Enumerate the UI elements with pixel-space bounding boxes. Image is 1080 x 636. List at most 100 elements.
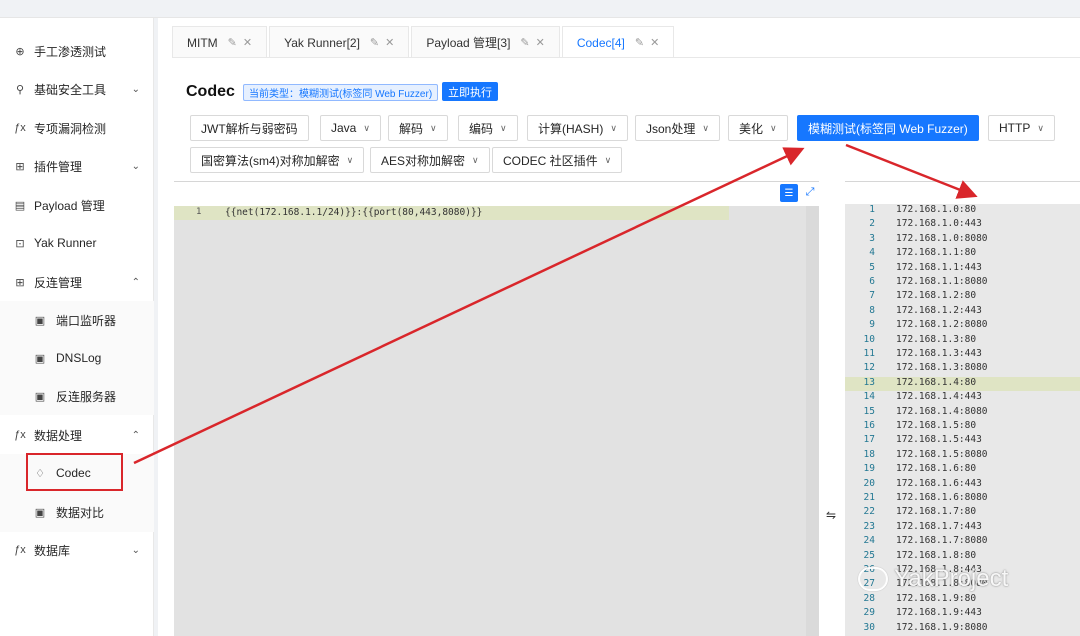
output-line-text: 172.168.1.8:80 xyxy=(896,549,977,561)
sidebar-item[interactable]: ▣ 端口监听器 xyxy=(0,301,154,339)
chevron-down-icon: ∨ xyxy=(604,154,612,165)
tab[interactable]: MITM ✎ ✕ xyxy=(172,26,268,58)
input-editor[interactable]: ☰ ⤢ 1 {{net(172.168.1.1/24)}}:{{port(80,… xyxy=(174,181,819,636)
output-line-text: 172.168.1.6:443 xyxy=(896,477,982,489)
close-icon[interactable]: ✕ xyxy=(243,36,252,49)
output-line-text: 172.168.1.7:8080 xyxy=(896,535,988,547)
edit-icon[interactable]: ✎ xyxy=(228,36,237,49)
watermark-text: YakProject xyxy=(894,565,1009,592)
sidebar-item-label: 手工渗透测试 xyxy=(34,44,107,59)
tab[interactable]: Codec[4] ✎ ✕ xyxy=(561,26,675,58)
output-line-text: 172.168.1.6:80 xyxy=(896,463,977,475)
output-line: 4 172.168.1.1:80 xyxy=(845,247,1080,261)
tab-divider xyxy=(172,57,1080,58)
crosshair-icon: ⊕ xyxy=(15,45,25,58)
sidebar-item[interactable]: ▤ Payload 管理 xyxy=(0,186,154,224)
edit-icon[interactable]: ✎ xyxy=(370,36,379,49)
output-line-text: 172.168.1.7:80 xyxy=(896,506,977,518)
close-icon[interactable]: ✕ xyxy=(536,36,545,49)
output-line-text: 172.168.1.0:80 xyxy=(896,204,977,215)
wechat-logo-icon xyxy=(858,567,888,591)
toolbar-button[interactable]: CODEC 社区插件 ∨ xyxy=(492,147,623,173)
output-line: 11 172.168.1.3:443 xyxy=(845,348,1080,362)
output-line-text: 172.168.1.1:8080 xyxy=(896,276,988,287)
sidebar-item[interactable]: ⊞ 插件管理 ⌄ xyxy=(0,147,154,185)
output-line-text: 172.168.1.4:80 xyxy=(896,376,977,388)
output-line-text: 172.168.1.9:80 xyxy=(896,592,977,604)
tool-icon: ⚲ xyxy=(15,83,25,96)
swap-icon[interactable]: ⇋ xyxy=(826,508,836,522)
toolbar-button-label: AES对称加解密 xyxy=(381,153,466,168)
chevron-down-icon: ∨ xyxy=(770,122,777,133)
line-number: 15 xyxy=(863,405,875,417)
output-line-text: 172.168.1.3:8080 xyxy=(896,362,988,374)
sidebar-item[interactable]: ⊡ Yak Runner xyxy=(0,224,154,262)
close-icon[interactable]: ✕ xyxy=(650,36,659,49)
format-icon[interactable]: ☰ xyxy=(780,184,798,202)
output-line-text: 172.168.1.1:80 xyxy=(896,247,977,259)
chevron-down-icon[interactable]: ⌄ xyxy=(132,84,140,95)
sidebar-item[interactable]: ▣ 反连服务器 xyxy=(0,377,154,415)
payload-icon: ▤ xyxy=(14,199,26,212)
toolbar-button[interactable]: 编码 ∨ xyxy=(458,115,518,141)
chevron-down-icon: ∨ xyxy=(1037,122,1044,133)
box-icon: ▣ xyxy=(34,352,46,365)
run-now-button[interactable]: 立即执行 xyxy=(442,82,498,101)
chevron-up-icon[interactable]: ⌃ xyxy=(132,430,140,441)
output-line: 19 172.168.1.6:80 xyxy=(845,463,1080,477)
line-number: 9 xyxy=(869,319,875,331)
toolbar-button[interactable]: JWT解析与弱密码 xyxy=(190,115,309,141)
line-number: 30 xyxy=(863,621,875,633)
input-code[interactable]: {{net(172.168.1.1/24)}}:{{port(80,443,80… xyxy=(225,207,482,218)
toolbar-button[interactable]: Java ∨ xyxy=(320,115,381,141)
sidebar-item[interactable]: ⊕ 手工渗透测试 xyxy=(0,32,154,70)
expand-icon[interactable]: ⤢ xyxy=(803,185,817,199)
output-line-text: 172.168.1.4:8080 xyxy=(896,405,988,417)
chevron-down-icon[interactable]: ⌄ xyxy=(132,161,140,172)
toolbar-button[interactable]: 计算(HASH) ∨ xyxy=(527,115,628,141)
output-line: 16 172.168.1.5:80 xyxy=(845,420,1080,434)
toolbar-button[interactable]: 国密算法(sm4)对称加解密 ∨ xyxy=(190,147,365,173)
sidebar-item[interactable]: ⊞ 反连管理 ⌃ xyxy=(0,263,154,301)
tab-label: MITM xyxy=(187,35,218,50)
chevron-up-icon[interactable]: ⌃ xyxy=(132,277,140,288)
line-number: 18 xyxy=(863,448,875,460)
tab[interactable]: Payload 管理[3] ✎ ✕ xyxy=(411,26,560,58)
line-number: 24 xyxy=(863,535,875,547)
watermark: YakProject xyxy=(858,565,1008,593)
output-line: 22 172.168.1.7:80 xyxy=(845,506,1080,520)
toolbar-button[interactable]: 模糊测试(标签同 Web Fuzzer) xyxy=(797,115,979,141)
output-line: 13 172.168.1.4:80 xyxy=(845,376,1080,392)
sidebar-item[interactable]: ƒx 专项漏洞检测 xyxy=(0,109,154,147)
output-line: 21 172.168.1.6:8080 xyxy=(845,492,1080,506)
output-line: 1 172.168.1.0:80 xyxy=(845,204,1080,218)
tab[interactable]: Yak Runner[2] ✎ ✕ xyxy=(269,26,410,58)
toolbar-button[interactable]: Json处理 ∨ xyxy=(635,115,720,141)
output-line: 29 172.168.1.9:443 xyxy=(845,607,1080,621)
sidebar-item[interactable]: ƒx 数据处理 ⌃ xyxy=(0,416,154,454)
line-number: 11 xyxy=(863,348,875,359)
line-number: 25 xyxy=(863,549,875,561)
sidebar-item[interactable]: ▣ DNSLog xyxy=(0,339,154,377)
output-line-text: 172.168.1.7:443 xyxy=(896,520,982,532)
output-line-text: 172.168.1.9:8080 xyxy=(896,621,988,633)
edit-icon[interactable]: ✎ xyxy=(520,36,529,49)
line-number: 14 xyxy=(863,391,875,403)
tab-label: Yak Runner[2] xyxy=(284,35,360,50)
sidebar-item[interactable]: ▣ 数据对比 xyxy=(0,493,154,531)
line-number: 3 xyxy=(869,232,875,244)
fx-icon: ƒx xyxy=(14,429,26,441)
toolbar-button[interactable]: AES对称加解密 ∨ xyxy=(370,147,490,173)
close-icon[interactable]: ✕ xyxy=(385,36,394,49)
sidebar-item[interactable]: ⚲ 基础安全工具 ⌄ xyxy=(0,70,154,108)
sidebar-item[interactable]: ƒx 数据库 ⌄ xyxy=(0,531,154,569)
output-line: 8 172.168.1.2:443 xyxy=(845,305,1080,319)
chevron-down-icon[interactable]: ⌄ xyxy=(132,545,140,556)
toolbar-button[interactable]: HTTP ∨ xyxy=(988,115,1055,141)
input-scrollbar[interactable] xyxy=(806,206,819,636)
toolbar-button[interactable]: 美化 ∨ xyxy=(728,115,788,141)
chevron-down-icon: ∨ xyxy=(430,122,437,133)
edit-icon[interactable]: ✎ xyxy=(635,36,644,49)
line-number: 13 xyxy=(863,376,875,388)
toolbar-button[interactable]: 解码 ∨ xyxy=(388,115,448,141)
